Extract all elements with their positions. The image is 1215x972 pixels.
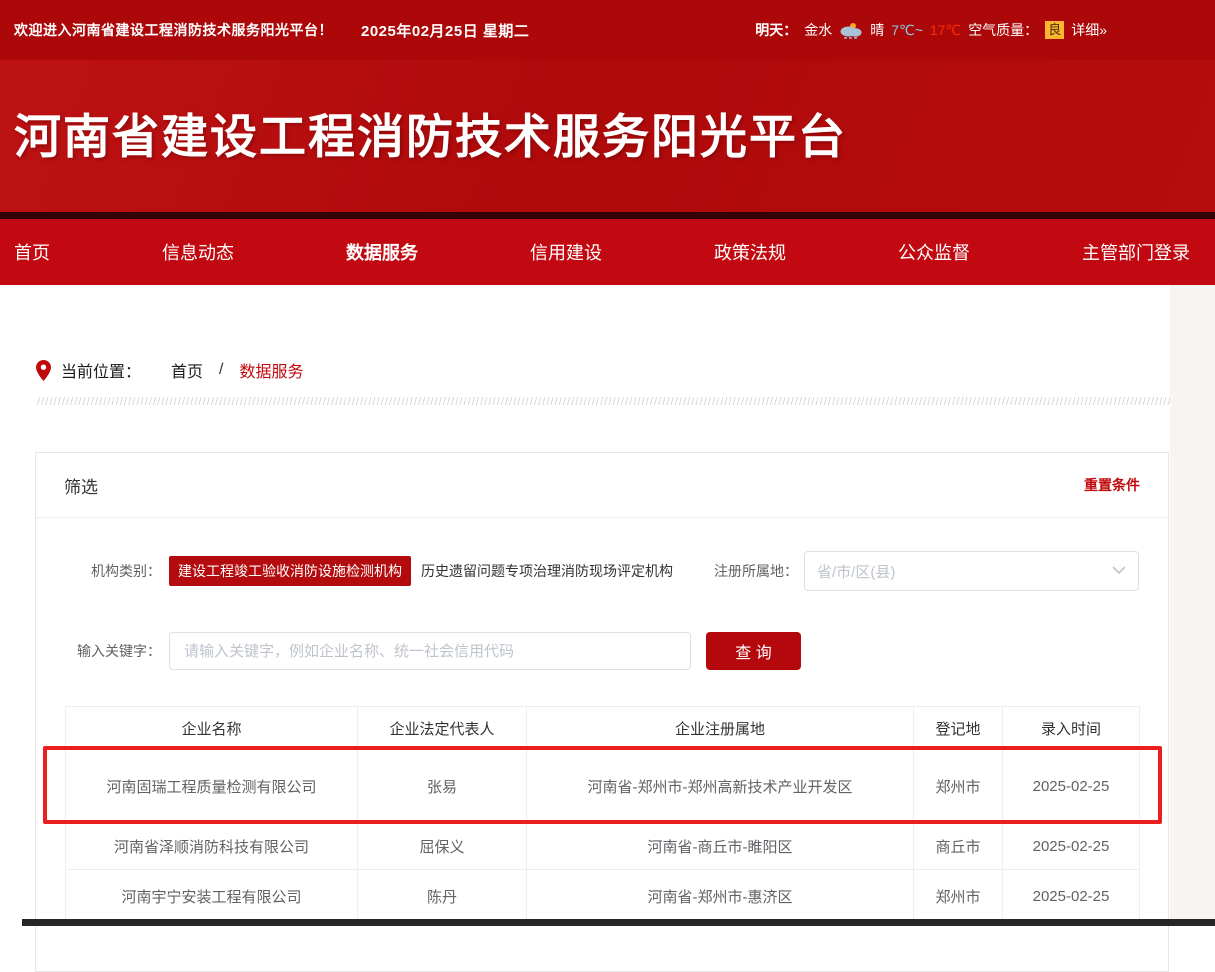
category-option-unselected[interactable]: 历史遗留问题专项治理消防现场评定机构 xyxy=(421,563,673,579)
footer-edge-bar xyxy=(22,919,1215,926)
nav-separator xyxy=(0,212,1215,219)
slash-divider xyxy=(36,397,1170,405)
col-company-name: 企业名称 xyxy=(66,707,358,750)
table-row[interactable]: 河南省泽顺消防科技有限公司 屈保义 河南省-商丘市-睢阳区 商丘市 2025-0… xyxy=(66,824,1140,870)
nav-item-home[interactable]: 首页 xyxy=(14,239,50,265)
category-option-selected[interactable]: 建设工程竣工验收消防设施检测机构 xyxy=(169,556,411,586)
aqi-badge: 良 xyxy=(1045,21,1064,39)
col-registration-city: 登记地 xyxy=(914,707,1003,750)
keyword-label: 输入关键字： xyxy=(36,641,161,661)
site-banner: 河南省建设工程消防技术服务阳光平台 xyxy=(0,60,1215,212)
breadcrumb-label: 当前位置： xyxy=(61,358,141,382)
cell-company-name: 河南固瑞工程质量检测有限公司 xyxy=(66,750,358,824)
keyword-input[interactable] xyxy=(169,632,691,670)
cell-registration-city: 商丘市 xyxy=(914,824,1003,870)
main-nav: 首页 信息动态 数据服务 信用建设 政策法规 公众监督 主管部门登录 xyxy=(0,219,1215,285)
breadcrumb: 当前位置： 首页 / 数据服务 xyxy=(36,358,1215,382)
col-entry-date: 录入时间 xyxy=(1003,707,1140,750)
reset-filters-button[interactable]: 重置条件 xyxy=(1084,475,1140,495)
cell-registration-city: 郑州市 xyxy=(914,750,1003,824)
category-label: 机构类别： xyxy=(36,561,161,581)
table-header-row: 企业名称 企业法定代表人 企业注册属地 登记地 录入时间 xyxy=(66,707,1140,750)
nav-item-supervision[interactable]: 公众监督 xyxy=(898,239,970,265)
cell-legal-representative: 张易 xyxy=(358,750,527,824)
weather-widget: 明天： 金水 晴 7℃~ 17℃ 空气质量： 良 详细» xyxy=(755,0,1107,60)
nav-item-data-service[interactable]: 数据服务 xyxy=(346,239,418,265)
col-legal-representative: 企业法定代表人 xyxy=(358,707,527,750)
sun-behind-cloud-icon xyxy=(839,22,863,39)
col-registered-location: 企业注册属地 xyxy=(527,707,914,750)
filter-title: 筛选 xyxy=(64,473,98,498)
query-button[interactable]: 查 询 xyxy=(706,632,801,670)
breadcrumb-current-link[interactable]: 数据服务 xyxy=(239,358,303,382)
date-text: 2025年02月25日 星期二 xyxy=(361,20,529,41)
cell-company-name: 河南宇宁安装工程有限公司 xyxy=(66,870,358,923)
filter-panel-header: 筛选 重置条件 xyxy=(36,453,1168,518)
page-background-strip xyxy=(1170,285,1215,926)
nav-item-policy[interactable]: 政策法规 xyxy=(714,239,786,265)
chevron-down-icon xyxy=(1112,562,1126,580)
region-select[interactable]: 省/市/区(县) xyxy=(804,551,1139,591)
welcome-text: 欢迎进入河南省建设工程消防技术服务阳光平台！ xyxy=(14,20,333,40)
nav-item-credit[interactable]: 信用建设 xyxy=(530,239,602,265)
aqi-label: 空气质量： xyxy=(968,20,1038,40)
location-pin-icon xyxy=(36,360,51,381)
site-title: 河南省建设工程消防技术服务阳光平台 xyxy=(14,108,1215,167)
temp-low: 7℃~ xyxy=(891,22,923,39)
filter-panel: 筛选 重置条件 机构类别： 建设工程竣工验收消防设施检测机构 历史遗留问题专项治… xyxy=(35,452,1169,972)
category-filter-row: 机构类别： 建设工程竣工验收消防设施检测机构 历史遗留问题专项治理消防现场评定机… xyxy=(36,551,1168,591)
cell-legal-representative: 陈丹 xyxy=(358,870,527,923)
cell-registered-location: 河南省-商丘市-睢阳区 xyxy=(527,824,914,870)
top-bar: 欢迎进入河南省建设工程消防技术服务阳光平台！ 2025年02月25日 星期二 明… xyxy=(0,0,1215,60)
cell-entry-date: 2025-02-25 xyxy=(1003,750,1140,824)
weather-city: 金水 xyxy=(804,20,832,40)
region-label: 注册所属地： xyxy=(714,561,798,581)
cell-company-name: 河南省泽顺消防科技有限公司 xyxy=(66,824,358,870)
nav-item-admin-login[interactable]: 主管部门登录 xyxy=(1082,239,1190,265)
table-row[interactable]: 河南固瑞工程质量检测有限公司 张易 河南省-郑州市-郑州高新技术产业开发区 郑州… xyxy=(66,750,1140,824)
breadcrumb-separator: / xyxy=(219,361,223,379)
cell-legal-representative: 屈保义 xyxy=(358,824,527,870)
region-select-placeholder: 省/市/区(县) xyxy=(817,561,895,582)
cell-registered-location: 河南省-郑州市-郑州高新技术产业开发区 xyxy=(527,750,914,824)
region-filter-group: 注册所属地： 省/市/区(县) xyxy=(714,551,1168,591)
nav-item-news[interactable]: 信息动态 xyxy=(162,239,234,265)
weather-condition: 晴 xyxy=(870,20,884,40)
tomorrow-label: 明天： xyxy=(755,20,797,40)
cell-registered-location: 河南省-郑州市-惠济区 xyxy=(527,870,914,923)
cell-registration-city: 郑州市 xyxy=(914,870,1003,923)
breadcrumb-home-link[interactable]: 首页 xyxy=(171,358,203,382)
cell-entry-date: 2025-02-25 xyxy=(1003,824,1140,870)
keyword-filter-row: 输入关键字： 查 询 xyxy=(36,632,1168,670)
results-table: 企业名称 企业法定代表人 企业注册属地 登记地 录入时间 河南固瑞工程质量检测有… xyxy=(65,706,1140,923)
weather-detail-link[interactable]: 详细» xyxy=(1071,20,1107,40)
temp-high: 17℃ xyxy=(930,22,961,39)
table-row[interactable]: 河南宇宁安装工程有限公司 陈丹 河南省-郑州市-惠济区 郑州市 2025-02-… xyxy=(66,870,1140,923)
cell-entry-date: 2025-02-25 xyxy=(1003,870,1140,923)
